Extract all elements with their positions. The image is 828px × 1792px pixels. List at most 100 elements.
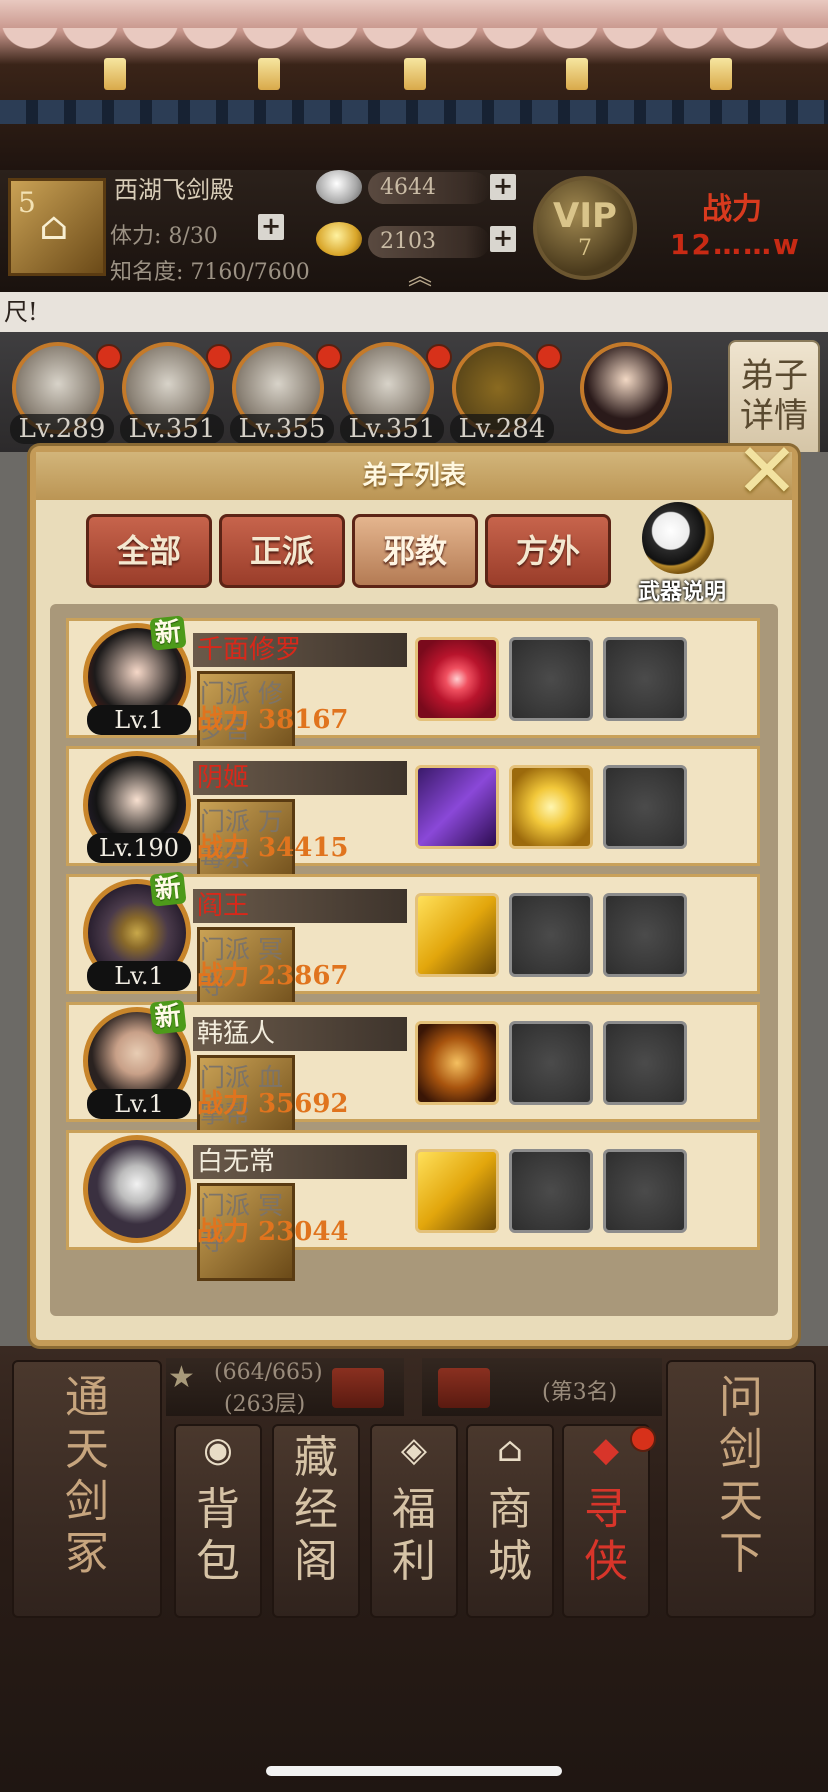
new-badge: 新 bbox=[149, 871, 187, 907]
yin-yang-weapon-icon bbox=[642, 502, 714, 574]
disciple-name: 千面修罗 bbox=[197, 635, 302, 665]
fame-label: 知名度: 7160/7600 bbox=[110, 260, 310, 285]
rank-label: (第3名) bbox=[542, 1380, 618, 1405]
lantern-icon bbox=[566, 58, 588, 90]
chevron-up-icon[interactable]: ︽ bbox=[400, 264, 440, 288]
hero-level: Lv.289 bbox=[10, 414, 114, 444]
ask-sword-world-button[interactable]: 问剑天下 bbox=[666, 1360, 816, 1618]
silver-amount: 4644 bbox=[368, 172, 490, 204]
notification-dot bbox=[206, 344, 232, 370]
close-icon[interactable]: ✕ bbox=[730, 433, 804, 512]
disciple-name: 阴姬 bbox=[197, 763, 250, 793]
roof-beam bbox=[0, 100, 828, 124]
vip-badge[interactable]: VIP 7 bbox=[533, 176, 637, 280]
golden-whip-icon[interactable] bbox=[509, 765, 593, 849]
temple-icon: ⌂ bbox=[39, 204, 69, 248]
tab-orthodox[interactable]: 正派 bbox=[219, 514, 345, 588]
fire-palm-icon[interactable] bbox=[415, 1021, 499, 1105]
red-vortex-icon[interactable] bbox=[415, 637, 499, 721]
gift-box-icon[interactable] bbox=[332, 1368, 384, 1408]
lantern-icon bbox=[404, 58, 426, 90]
disciple-level: Lv.1 bbox=[87, 961, 191, 991]
add-stamina-button[interactable]: + bbox=[258, 214, 284, 240]
disciple-avatar bbox=[83, 1135, 191, 1243]
disciple-name: 阎王 bbox=[197, 891, 250, 921]
scripture-pavilion-label: 藏经阁 bbox=[294, 1432, 338, 1587]
purple-blade-icon[interactable] bbox=[415, 765, 499, 849]
tower-progress-strip[interactable]: ★ (664/665) (263层) bbox=[166, 1358, 404, 1417]
gold-ingot-icon bbox=[316, 222, 362, 256]
notification-dot bbox=[96, 344, 122, 370]
disciple-level: Lv.190 bbox=[87, 833, 191, 863]
tower-floor: (263层) bbox=[224, 1392, 306, 1417]
tab-evil-sect[interactable]: 邪教 bbox=[352, 514, 478, 588]
disciple-power: 战力 23044 bbox=[197, 1217, 349, 1247]
tab-all[interactable]: 全部 bbox=[86, 514, 212, 588]
add-silver-button[interactable]: + bbox=[490, 174, 516, 200]
add-gold-button[interactable]: + bbox=[490, 226, 516, 252]
right-panel-label: 问剑天下 bbox=[719, 1372, 763, 1579]
disciple-card[interactable]: 白无常 门派 冥寺 战力 23044 bbox=[66, 1130, 760, 1281]
disciple-power: 战力 23867 bbox=[197, 961, 349, 991]
stamina-label: 体力: 8/30 bbox=[110, 224, 218, 249]
notification-dot bbox=[316, 344, 342, 370]
tongtian-sword-tomb-button[interactable]: 通天剑冢 bbox=[12, 1360, 162, 1618]
empty-weapon-slot[interactable] bbox=[603, 1149, 687, 1233]
rank-strip[interactable]: (第3名) bbox=[422, 1358, 662, 1416]
empty-weapon-slot[interactable] bbox=[603, 1021, 687, 1105]
backpack-label: 背包 bbox=[196, 1484, 240, 1587]
hero-level: Lv.351 bbox=[340, 414, 444, 444]
empty-weapon-slot[interactable] bbox=[509, 1149, 593, 1233]
shop-icon: ⌂ bbox=[497, 1430, 523, 1470]
hero-avatar[interactable] bbox=[580, 342, 672, 434]
combat-power-label: 战力 bbox=[702, 192, 762, 227]
seek-icon: ◆ bbox=[592, 1430, 620, 1470]
disciple-power: 战力 38167 bbox=[197, 705, 349, 735]
disciple-level: Lv.1 bbox=[87, 1089, 191, 1119]
disciple-card[interactable]: Lv.190 阴姬 门派 万毒宗 战力 34415 bbox=[66, 746, 760, 897]
new-badge: 新 bbox=[149, 999, 187, 1035]
gift-box-icon[interactable] bbox=[438, 1368, 490, 1408]
empty-weapon-slot[interactable] bbox=[603, 893, 687, 977]
new-badge: 新 bbox=[149, 615, 187, 651]
silver-ingot-icon bbox=[316, 170, 362, 204]
home-indicator[interactable] bbox=[266, 1766, 562, 1776]
tower-progress: (664/665) bbox=[214, 1360, 323, 1385]
scripture-pavilion-button[interactable]: 藏经阁 bbox=[272, 1424, 360, 1618]
combat-power-value: 12……w bbox=[670, 228, 801, 261]
gift-icon: ◈ bbox=[400, 1430, 428, 1470]
welfare-label: 福利 bbox=[392, 1484, 436, 1587]
silhouette-icon[interactable] bbox=[415, 893, 499, 977]
hero-level: Lv.351 bbox=[120, 414, 224, 444]
empty-weapon-slot[interactable] bbox=[603, 765, 687, 849]
disciple-card[interactable]: 新 Lv.1 千面修罗 门派 修罗宫 战力 38167 bbox=[66, 615, 760, 769]
tab-outsider[interactable]: 方外 bbox=[485, 514, 611, 588]
empty-weapon-slot[interactable] bbox=[509, 637, 593, 721]
notification-dot bbox=[536, 344, 562, 370]
weapon-info-label: 武器说明 bbox=[637, 579, 726, 605]
lantern-icon bbox=[710, 58, 732, 90]
hero-level: Lv.284 bbox=[450, 414, 554, 444]
vip-level: 7 bbox=[578, 236, 592, 261]
shop-label: 商城 bbox=[488, 1484, 532, 1587]
empty-weapon-slot[interactable] bbox=[509, 1021, 593, 1105]
sect-name: 西湖飞剑殿 bbox=[114, 176, 234, 204]
left-panel-label: 通天剑冢 bbox=[65, 1372, 109, 1579]
bag-icon: ◉ bbox=[203, 1430, 233, 1470]
notification-dot bbox=[426, 344, 452, 370]
disciple-level: Lv.1 bbox=[87, 705, 191, 735]
empty-weapon-slot[interactable] bbox=[509, 893, 593, 977]
lantern-icon bbox=[104, 58, 126, 90]
hero-level: Lv.355 bbox=[230, 414, 334, 444]
disciple-card[interactable]: 新 Lv.1 韩猛人 门派 血掌帮 战力 35692 bbox=[66, 999, 760, 1153]
empty-weapon-slot[interactable] bbox=[603, 637, 687, 721]
vip-label: VIP bbox=[553, 196, 617, 236]
disciple-card[interactable]: 新 Lv.1 阎王 门派 冥寺 战力 23867 bbox=[66, 871, 760, 1025]
star-icon: ★ bbox=[168, 1360, 195, 1395]
silhouette-icon[interactable] bbox=[415, 1149, 499, 1233]
lantern-icon bbox=[258, 58, 280, 90]
notice-ticker: 尺! bbox=[0, 292, 828, 332]
notification-dot bbox=[630, 1426, 656, 1452]
disciple-list[interactable]: 新 Lv.1 千面修罗 门派 修罗宫 战力 38167 Lv.190 阴姬 门派… bbox=[58, 612, 770, 1294]
modal-title: 弟子列表 bbox=[361, 461, 466, 491]
